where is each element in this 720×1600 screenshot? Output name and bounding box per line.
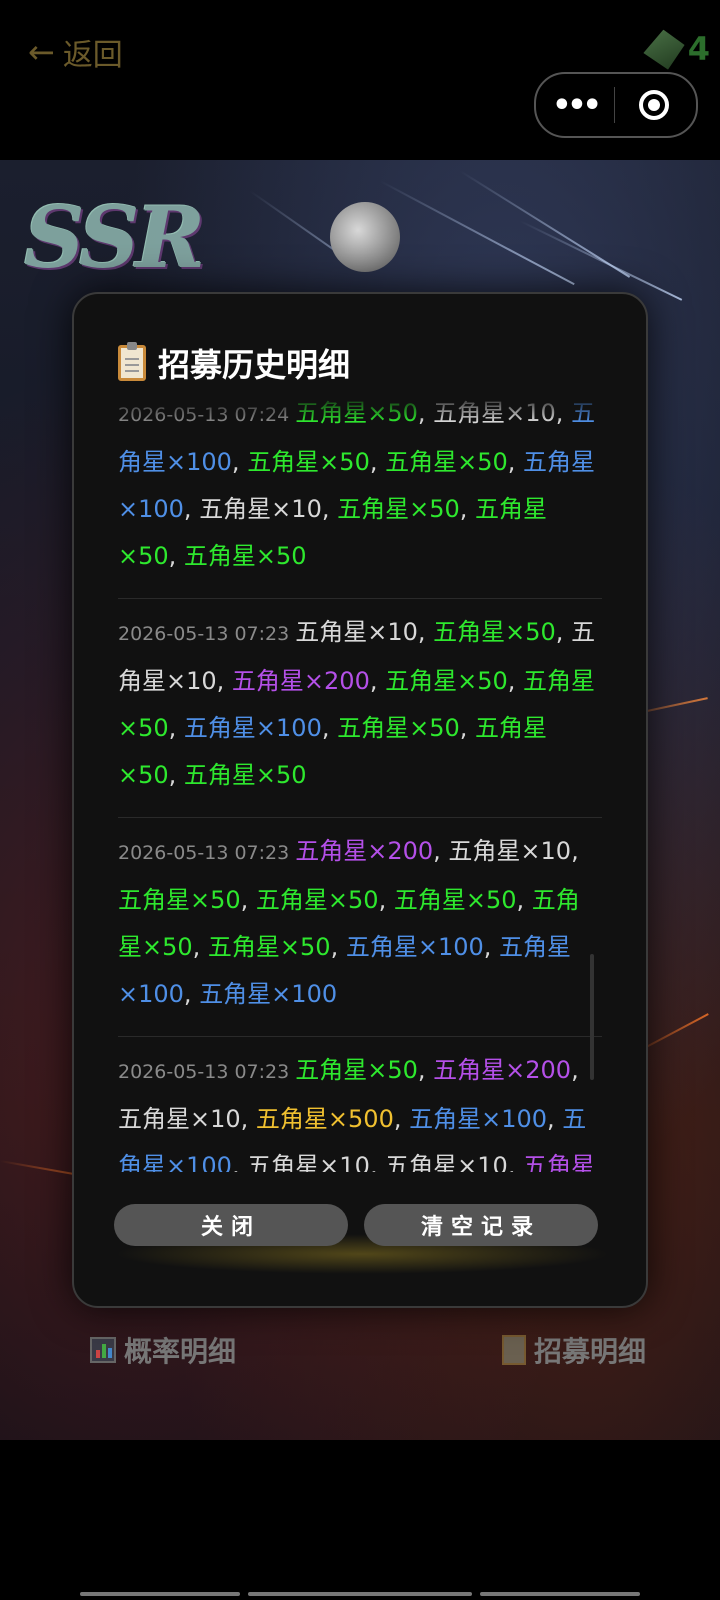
gem-counter: 4 xyxy=(646,30,710,68)
reward-item: 五角星×50 xyxy=(433,618,556,646)
gem-icon xyxy=(641,26,687,72)
reward-item: 五角星×50 xyxy=(337,714,460,742)
back-arrow-icon: ← xyxy=(28,33,55,71)
ssr-logo: SSR xyxy=(24,188,205,287)
reward-item: 五角星×10 xyxy=(385,1152,508,1172)
bar-chart-icon xyxy=(90,1337,116,1363)
reward-item: 五角星×200 xyxy=(295,837,434,865)
entry-timestamp: 2026-05-13 07:23 xyxy=(118,842,290,864)
probability-details-label: 概率明细 xyxy=(124,1335,237,1368)
clear-records-button[interactable]: 清空记录 xyxy=(364,1204,598,1246)
probability-details-link[interactable]: 概率明细 xyxy=(90,1330,236,1370)
entry-timestamp: 2026-05-13 07:23 xyxy=(118,623,290,645)
reward-item: 五角星×50 xyxy=(385,667,508,695)
reward-item: 五角星×10 xyxy=(247,1152,370,1172)
list-top-fade xyxy=(118,394,608,422)
reward-item: 五角星×50 xyxy=(393,886,517,914)
reward-item: 五角星×100 xyxy=(199,980,338,1008)
gesture-bar-right xyxy=(480,1592,640,1596)
history-entry: 2026-05-13 07:23 五角星×50, 五角星×200, 五角星×10,… xyxy=(118,1037,602,1172)
reward-item: 五角星×50 xyxy=(295,1056,418,1084)
reward-item: 五角星×10 xyxy=(118,1105,241,1133)
back-button[interactable]: ← 返回 xyxy=(28,30,123,74)
gesture-bar-left xyxy=(80,1592,240,1596)
reward-item: 五角星×50 xyxy=(247,448,370,476)
history-entry: 2026-05-13 07:23 五角星×200, 五角星×10, 五角星×50,… xyxy=(118,818,602,1037)
recruit-details-label: 招募明细 xyxy=(534,1335,647,1368)
reward-item: 五角星×50 xyxy=(118,886,241,914)
reward-item: 五角星×100 xyxy=(409,1105,548,1133)
reward-item: 五角星×200 xyxy=(231,667,370,695)
reward-item: 五角星×50 xyxy=(207,933,331,961)
history-entry: 2026-05-13 07:23 五角星×10, 五角星×50, 五角星×10, … xyxy=(118,599,602,818)
entry-timestamp: 2026-05-13 07:23 xyxy=(118,1061,290,1083)
reward-item: 五角星×50 xyxy=(385,448,508,476)
miniprogram-capsule: ••• xyxy=(534,72,698,138)
more-menu-button[interactable]: ••• xyxy=(536,88,614,123)
reward-item: 五角星×200 xyxy=(433,1056,572,1084)
top-bar: ← 返回 4 ••• xyxy=(0,0,720,160)
reward-item: 五角星×50 xyxy=(183,542,307,570)
reward-item: 五角星×50 xyxy=(255,886,379,914)
reward-item: 五角星×10 xyxy=(199,495,322,523)
recruit-history-modal: 招募历史明细 2026-05-13 07:24五角星×50, 五角星×10, 五… xyxy=(72,292,648,1308)
list-scrollbar[interactable] xyxy=(590,954,594,1080)
moon-image xyxy=(330,202,400,272)
gem-count: 4 xyxy=(687,30,710,68)
target-icon xyxy=(639,90,669,120)
reward-item: 五角星×10 xyxy=(448,837,572,865)
clipboard-icon xyxy=(502,1335,526,1365)
reward-item: 五角星×50 xyxy=(183,761,307,789)
recruit-details-link[interactable]: 招募明细 xyxy=(502,1330,646,1370)
close-miniprogram-button[interactable] xyxy=(615,90,693,120)
bottom-area xyxy=(0,1440,720,1600)
reward-item: 五角星×500 xyxy=(255,1105,394,1133)
reward-item: 五角星×50 xyxy=(337,495,460,523)
gesture-bar-center xyxy=(248,1592,472,1596)
reward-item: 五角星×100 xyxy=(345,933,484,961)
more-dots-icon: ••• xyxy=(552,87,601,123)
back-label: 返回 xyxy=(62,38,123,73)
clipboard-icon xyxy=(118,342,146,381)
history-list[interactable]: 2026-05-13 07:24五角星×50, 五角星×10, 五角星×100,… xyxy=(118,380,602,1172)
reward-item: 五角星×100 xyxy=(183,714,322,742)
reward-item: 五角星×10 xyxy=(295,618,418,646)
close-button[interactable]: 关闭 xyxy=(114,1204,348,1246)
